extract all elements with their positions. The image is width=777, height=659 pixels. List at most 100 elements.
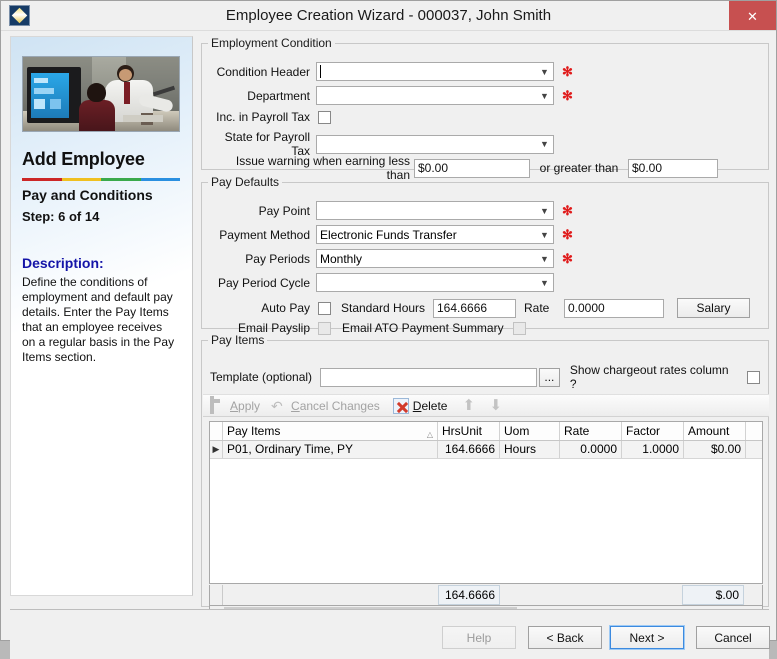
condition-header-value bbox=[320, 65, 536, 79]
chevron-down-icon: ▼ bbox=[540, 277, 549, 288]
row-pay-item[interactable]: P01, Ordinary Time, PY bbox=[223, 441, 438, 458]
payment-method-select[interactable]: Electronic Funds Transfer ▼ bbox=[316, 225, 554, 244]
title-bar: Employee Creation Wizard - 000037, John … bbox=[1, 1, 776, 31]
grid-header-rate[interactable]: Rate bbox=[560, 422, 622, 440]
row-factor[interactable]: 1.0000 bbox=[622, 441, 684, 458]
inc-payroll-tax-label: Inc. in Payroll Tax bbox=[216, 110, 310, 124]
arrow-down-icon: ⬇ bbox=[489, 396, 503, 414]
delete-button[interactable]: Delete bbox=[392, 397, 448, 414]
pay-period-cycle-select[interactable]: ▼ bbox=[316, 273, 554, 292]
grid-header-amount[interactable]: Amount bbox=[684, 422, 746, 440]
grid-header-factor[interactable]: Factor bbox=[622, 422, 684, 440]
pay-defaults-legend: Pay Defaults bbox=[211, 175, 280, 189]
save-icon bbox=[210, 395, 226, 414]
row-rate[interactable]: 0.0000 bbox=[560, 441, 622, 458]
chevron-down-icon: ▼ bbox=[540, 229, 549, 240]
department-required-asterisk: ✻ bbox=[562, 88, 573, 103]
payment-method-label: Payment Method bbox=[219, 227, 310, 242]
table-row[interactable]: ▶ P01, Ordinary Time, PY 164.6666 Hours … bbox=[210, 441, 762, 459]
wizard-footer: Help < Back Next > Cancel bbox=[10, 609, 770, 659]
wizard-content: Employment Condition Condition Header ▼ … bbox=[201, 36, 769, 621]
cancel-button[interactable]: Cancel bbox=[696, 626, 770, 649]
rule-segment-blue bbox=[140, 178, 180, 181]
totals-spacer-left bbox=[223, 585, 438, 605]
move-down-button[interactable]: ⬇ bbox=[489, 396, 505, 414]
cancel-changes-button[interactable]: ↶ Cancel Changes bbox=[271, 398, 380, 414]
pay-periods-required-asterisk: ✻ bbox=[562, 251, 573, 266]
pay-point-label: Pay Point bbox=[258, 203, 310, 218]
employment-condition-group: Employment Condition Condition Header ▼ … bbox=[201, 36, 769, 182]
sidebar-step-title: Pay and Conditions bbox=[22, 187, 153, 203]
arrow-up-icon: ⬆ bbox=[462, 396, 476, 414]
rule-segment-red bbox=[22, 178, 62, 181]
pay-point-select[interactable]: ▼ bbox=[316, 201, 554, 220]
row-overflow bbox=[746, 441, 762, 458]
rule-segment-green bbox=[101, 178, 141, 181]
rule-segment-yellow bbox=[61, 178, 101, 181]
sidebar-color-rule bbox=[22, 178, 180, 181]
grid-header-pay-items[interactable]: Pay Items △ bbox=[223, 422, 438, 440]
pay-point-required-asterisk: ✻ bbox=[562, 203, 573, 218]
chargeout-rates-checkbox[interactable] bbox=[747, 370, 760, 384]
apply-button[interactable]: Apply bbox=[210, 395, 261, 414]
grid-header-indicator bbox=[210, 422, 223, 440]
row-current-indicator: ▶ bbox=[210, 441, 223, 458]
pay-periods-label: Pay Periods bbox=[245, 251, 310, 266]
grid-header-overflow bbox=[746, 422, 762, 440]
help-button[interactable]: Help bbox=[442, 626, 516, 649]
pay-periods-select[interactable]: Monthly ▼ bbox=[316, 249, 554, 268]
condition-header-select[interactable]: ▼ bbox=[316, 62, 554, 81]
row-amount[interactable]: $0.00 bbox=[684, 441, 746, 458]
totals-indicator bbox=[210, 585, 223, 605]
auto-pay-label: Auto Pay bbox=[261, 301, 310, 315]
salary-button[interactable]: Salary bbox=[677, 298, 750, 318]
grid-header-row: Pay Items △ HrsUnit Uom Rate Factor Amou… bbox=[210, 422, 762, 441]
pay-items-toolbar: Apply ↶ Cancel Changes Delete ⬆ ⬇ bbox=[203, 394, 769, 417]
row-uom[interactable]: Hours bbox=[500, 441, 560, 458]
undo-icon: ↶ bbox=[271, 397, 283, 414]
pay-items-legend: Pay Items bbox=[211, 333, 265, 347]
auto-pay-checkbox[interactable] bbox=[318, 301, 331, 315]
totals-spacer-right bbox=[500, 585, 682, 605]
template-input[interactable] bbox=[319, 367, 537, 387]
grid-totals-row: 164.6666 $.00 bbox=[209, 585, 763, 606]
standard-hours-label: Standard Hours bbox=[341, 301, 426, 315]
office-workers-photo bbox=[22, 56, 180, 132]
chevron-down-icon: ▼ bbox=[540, 205, 549, 216]
move-up-button[interactable]: ⬆ bbox=[462, 396, 478, 414]
totals-amount: $.00 bbox=[682, 585, 744, 605]
template-label: Template (optional) bbox=[210, 370, 313, 384]
delete-red-x-icon bbox=[392, 397, 409, 414]
apply-label-rest: pply bbox=[238, 398, 261, 413]
pay-defaults-group: Pay Defaults Pay Point ▼ ✻ Payment Metho… bbox=[201, 175, 769, 335]
chevron-down-icon: ▼ bbox=[540, 90, 549, 101]
rate-input[interactable]: 0.0000 bbox=[564, 298, 664, 318]
employee-creation-wizard-window: Employee Creation Wizard - 000037, John … bbox=[0, 0, 777, 659]
condition-header-required-asterisk: ✻ bbox=[562, 64, 573, 79]
close-icon[interactable]: ✕ bbox=[729, 1, 776, 30]
delete-label-rest: elete bbox=[421, 398, 448, 413]
chargeout-rates-label: Show chargeout rates column ? bbox=[569, 363, 729, 391]
pay-items-grid[interactable]: Pay Items △ HrsUnit Uom Rate Factor Amou… bbox=[209, 421, 763, 584]
pay-items-group: Pay Items Template (optional) ... Show c… bbox=[201, 333, 769, 621]
grid-header-hrsunit[interactable]: HrsUnit bbox=[438, 422, 500, 440]
department-select[interactable]: ▼ bbox=[316, 86, 554, 105]
standard-hours-input[interactable]: 164.6666 bbox=[433, 298, 516, 318]
rate-label: Rate bbox=[524, 301, 550, 315]
wizard-sidebar: Add Employee Pay and Conditions Step: 6 … bbox=[10, 36, 193, 596]
back-button[interactable]: < Back bbox=[528, 626, 602, 649]
template-browse-button[interactable]: ... bbox=[538, 367, 560, 387]
payment-method-value: Electronic Funds Transfer bbox=[320, 227, 457, 242]
pay-periods-value: Monthly bbox=[320, 251, 363, 266]
grid-header-uom[interactable]: Uom bbox=[500, 422, 560, 440]
cancel-changes-label-rest: ancel Changes bbox=[299, 398, 380, 413]
chevron-down-icon: ▼ bbox=[540, 66, 549, 77]
row-hrsunit[interactable]: 164.6666 bbox=[438, 441, 500, 458]
sidebar-step-counter: Step: 6 of 14 bbox=[22, 209, 100, 224]
totals-overflow bbox=[744, 585, 762, 605]
chevron-down-icon: ▼ bbox=[540, 253, 549, 264]
next-button[interactable]: Next > bbox=[609, 625, 685, 650]
state-payroll-tax-select[interactable]: ▼ bbox=[316, 134, 554, 154]
inc-payroll-tax-checkbox[interactable] bbox=[318, 110, 331, 124]
sidebar-heading: Add Employee bbox=[22, 149, 145, 169]
